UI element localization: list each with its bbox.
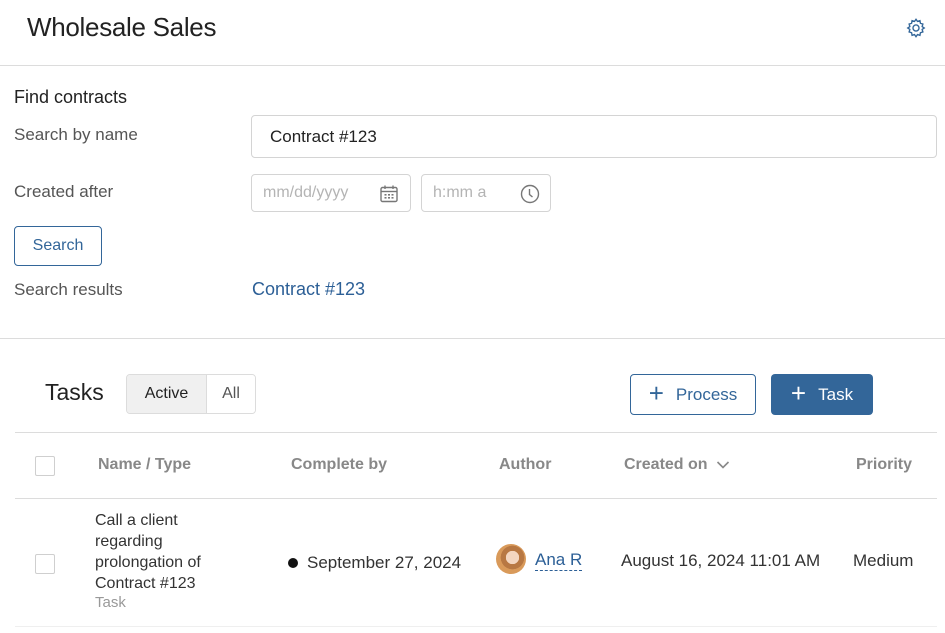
status-dot-icon xyxy=(288,558,298,568)
column-header-author[interactable]: Author xyxy=(499,456,551,474)
add-process-label: Process xyxy=(675,384,738,404)
plus-icon: + xyxy=(790,378,807,408)
chevron-down-icon xyxy=(716,461,729,469)
author-link[interactable]: Ana R xyxy=(535,550,583,571)
priority-value: Medium xyxy=(853,551,914,570)
created-on-date: August 16, 2024 11:01 AM xyxy=(621,551,821,570)
author-avatar[interactable] xyxy=(496,544,526,574)
complete-by-date: September 27, 2024 xyxy=(307,553,462,572)
search-result-link[interactable]: Contract #123 xyxy=(252,279,365,300)
task-type: Task xyxy=(95,594,126,611)
column-header-complete-by[interactable]: Complete by xyxy=(291,456,387,474)
add-task-button[interactable]: + Task xyxy=(771,374,873,415)
filter-active-tab[interactable]: Active xyxy=(127,375,207,413)
task-name-link[interactable]: Call a client regarding prolongation of … xyxy=(95,510,225,594)
column-header-created-on[interactable]: Created on xyxy=(624,456,730,474)
table-header-border xyxy=(15,498,937,499)
table-top-border xyxy=(15,432,937,433)
column-header-priority[interactable]: Priority xyxy=(856,456,912,474)
tasks-title: Tasks xyxy=(45,379,104,405)
search-button[interactable]: Search xyxy=(14,226,102,266)
add-task-label: Task xyxy=(818,384,854,404)
column-header-name[interactable]: Name / Type xyxy=(98,456,191,474)
search-results-label: Search results xyxy=(14,280,123,299)
search-by-name-label: Search by name xyxy=(14,125,138,144)
contract-name-input[interactable] xyxy=(251,115,937,158)
add-process-button[interactable]: + Process xyxy=(630,374,756,415)
date-input[interactable]: mm/dd/yyyy xyxy=(251,174,411,212)
row-checkbox[interactable] xyxy=(35,554,55,574)
filter-all-tab[interactable]: All xyxy=(207,375,255,413)
clock-icon[interactable] xyxy=(519,183,541,205)
task-filter-toggle: Active All xyxy=(126,374,256,414)
gear-icon[interactable] xyxy=(905,17,927,39)
find-contracts-title: Find contracts xyxy=(14,87,128,107)
column-header-created-on-label: Created on xyxy=(624,456,708,473)
section-divider xyxy=(0,338,945,339)
calendar-icon[interactable] xyxy=(378,183,400,205)
date-placeholder: mm/dd/yyyy xyxy=(263,184,349,201)
plus-icon: + xyxy=(648,378,664,408)
row-divider xyxy=(15,626,937,627)
created-after-label: Created after xyxy=(14,182,114,201)
time-input[interactable]: h:mm a xyxy=(421,174,551,212)
page-title: Wholesale Sales xyxy=(27,12,217,42)
page-header: Wholesale Sales xyxy=(0,0,945,66)
time-placeholder: h:mm a xyxy=(433,184,487,201)
select-all-checkbox[interactable] xyxy=(35,456,55,476)
